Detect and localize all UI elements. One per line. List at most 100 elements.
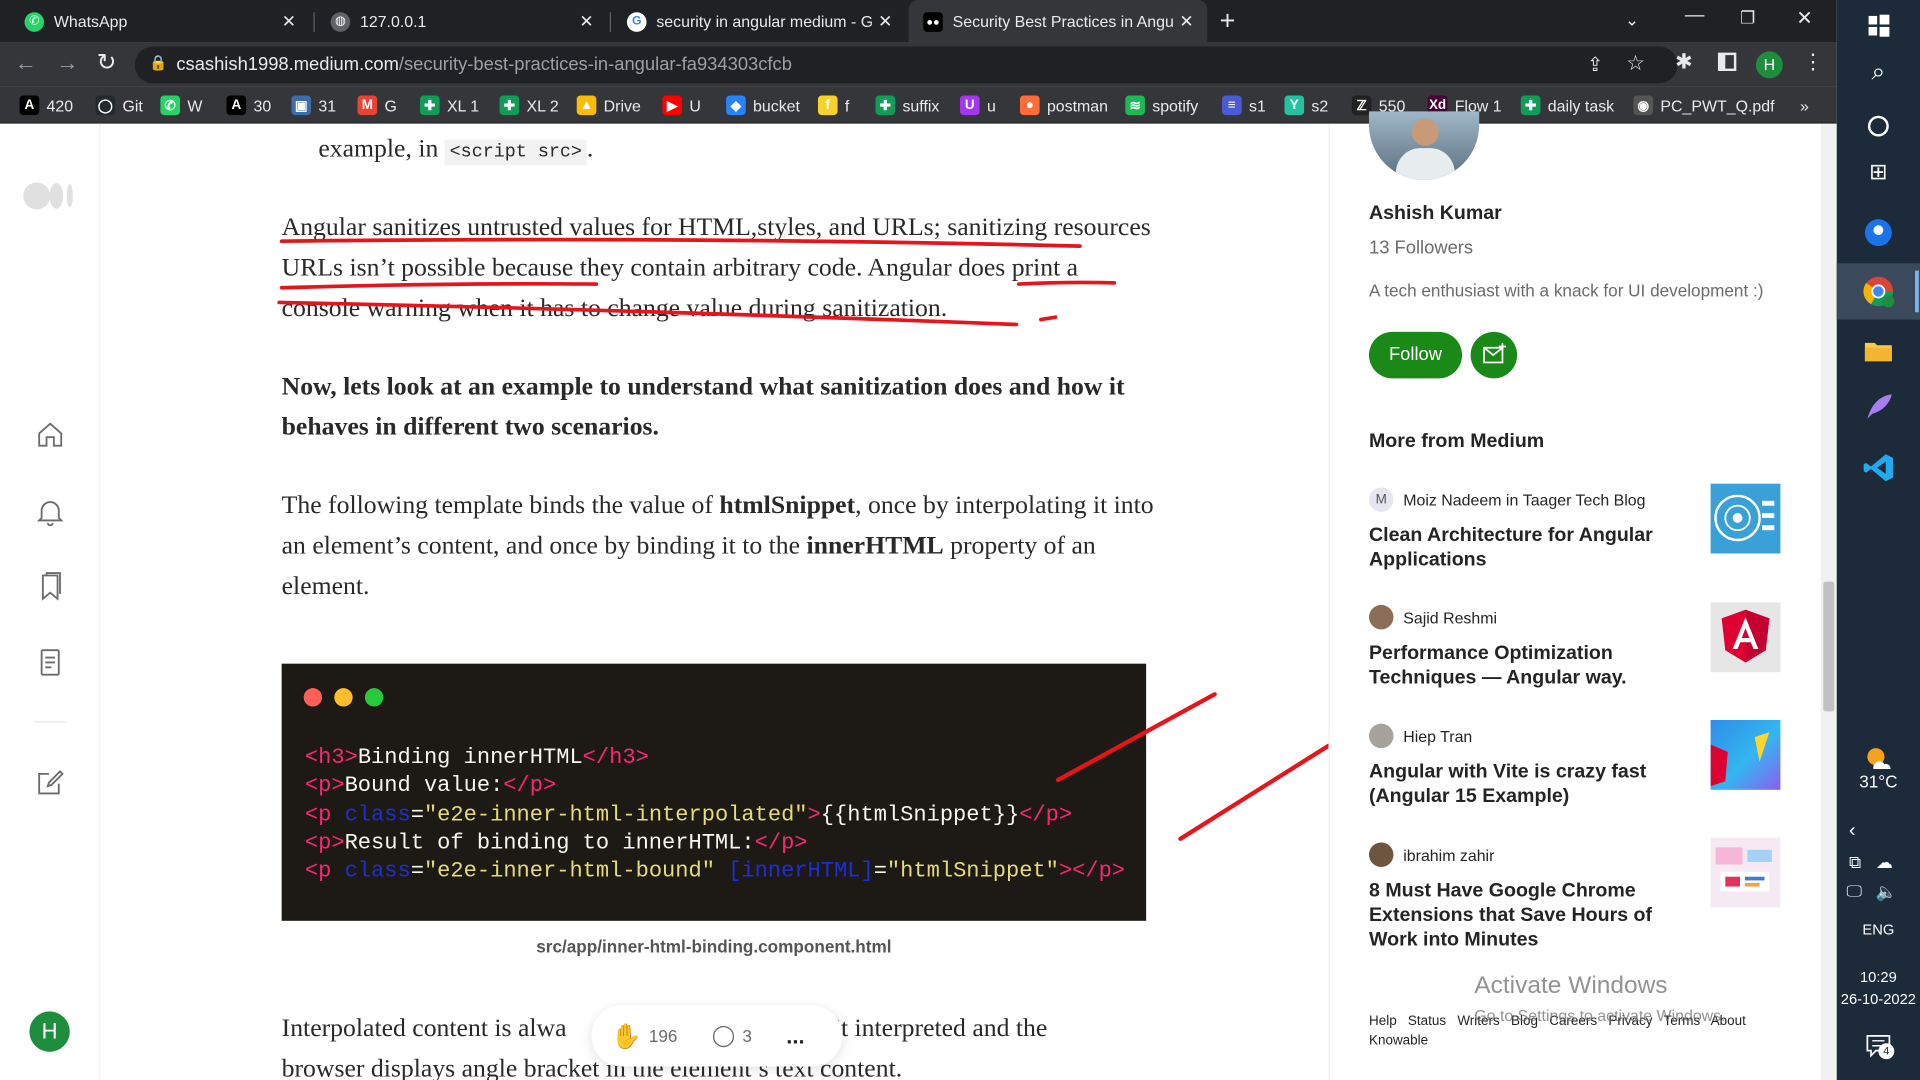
vscode-icon[interactable]	[1861, 451, 1895, 485]
tab-whatsapp[interactable]: ✆ WhatsApp ✕	[10, 0, 310, 43]
floating-action-bar: ✋ 196 ◯ 3 ...	[591, 1005, 843, 1067]
footer-link-knowable[interactable]: Knowable	[1369, 1033, 1428, 1048]
bookmark-xl-1[interactable]: ✚ XL 1	[420, 94, 479, 116]
bookmark-s2[interactable]: Ys2	[1284, 94, 1328, 116]
maps-pin-icon[interactable]	[1861, 216, 1895, 250]
bookmark-420[interactable]: A 420	[19, 94, 73, 116]
bookmark-u[interactable]: Uu	[960, 94, 996, 116]
bookmark-daily-task[interactable]: ✚ daily task	[1520, 94, 1614, 116]
bookmark-bucket[interactable]: ◆ bucket	[726, 94, 800, 116]
footer-link-status[interactable]: Status	[1408, 1014, 1446, 1029]
notifications-bell-icon[interactable]	[34, 496, 66, 528]
language-indicator[interactable]: ENG	[1837, 921, 1920, 938]
story-thumbnail[interactable]	[1710, 837, 1781, 908]
postman-icon: ●	[1020, 95, 1040, 116]
bookmark-u[interactable]: ▶ U	[662, 94, 701, 116]
story-thumbnail[interactable]	[1710, 483, 1781, 554]
close-tab-icon[interactable]: ✕	[872, 11, 899, 32]
user-avatar[interactable]: H	[29, 1011, 70, 1052]
extensions-icon[interactable]: ✱	[1675, 50, 1692, 74]
forward-icon[interactable]: →	[56, 50, 78, 76]
author-avatar[interactable]	[1368, 111, 1480, 181]
close-window-button[interactable]: ✕	[1796, 6, 1812, 30]
bookmark-suffix[interactable]: ✚ suffix	[875, 94, 939, 116]
inline-code: <script src>	[444, 139, 587, 166]
restore-button[interactable]: ❐	[1740, 7, 1755, 28]
bookmark-label: postman	[1046, 96, 1109, 115]
bold-text: htmlSnippet	[719, 489, 856, 520]
bookmarks-overflow-icon[interactable]: »	[1800, 94, 1809, 116]
bookmark-xl-2[interactable]: ✚ XL 2	[499, 94, 559, 116]
code-image[interactable]: <h3>Binding innerHTML</h3> <p>Bound value…	[281, 663, 1147, 921]
bookmark-spotify[interactable]: ≋ spotify	[1125, 94, 1198, 116]
new-tab-button[interactable]: +	[1220, 5, 1236, 37]
site-icon: ≡	[1222, 95, 1242, 116]
close-tab-icon[interactable]: ✕	[276, 11, 303, 32]
star-icon[interactable]: ☆	[1626, 51, 1645, 75]
sidepanel-icon[interactable]	[1717, 52, 1737, 72]
clock-time[interactable]: 10:29	[1837, 969, 1920, 986]
bookmark-30[interactable]: A 30	[226, 94, 271, 116]
code-token: class	[344, 859, 411, 885]
volume-icon[interactable]: 🔈	[1876, 882, 1897, 903]
menu-icon[interactable]: ⋮	[1802, 50, 1823, 74]
more-actions-icon[interactable]: ...	[786, 1023, 804, 1049]
bookmark-label: U	[689, 96, 701, 115]
windows-start-icon[interactable]	[1861, 7, 1895, 41]
bookmark-git[interactable]: ◯ Git	[95, 94, 143, 116]
stories-icon[interactable]	[34, 647, 66, 679]
tab-search-icon[interactable]: ⌄	[1625, 10, 1639, 31]
tab-localhost[interactable]: ◍ 127.0.0.1 ✕	[316, 0, 607, 43]
close-tab-icon[interactable]: ✕	[573, 11, 600, 32]
subscribe-email-button[interactable]	[1470, 331, 1518, 379]
url-bar[interactable]: 🔒 csashish1998.medium.com/security-best-…	[134, 46, 1678, 84]
share-icon[interactable]: ⇪	[1587, 53, 1603, 77]
comment-icon[interactable]: ◯	[712, 1024, 735, 1048]
footer-link-help[interactable]: Help	[1369, 1014, 1397, 1029]
bookmark-postman[interactable]: ● postman	[1020, 94, 1108, 116]
code-token: <p	[304, 859, 345, 885]
story-thumbnail[interactable]	[1710, 720, 1781, 790]
file-explorer-icon[interactable]	[1861, 333, 1895, 367]
feather-app-icon[interactable]	[1861, 389, 1895, 423]
bookmark-f[interactable]: ff	[817, 94, 849, 116]
bookmark-31[interactable]: ▣ 31	[291, 94, 336, 116]
clock-date[interactable]: 26-10-2022	[1837, 991, 1920, 1008]
minimize-button[interactable]: —	[1685, 5, 1705, 27]
write-icon[interactable]	[34, 767, 66, 799]
meet-now-icon[interactable]: ⧉	[1849, 852, 1861, 873]
follower-count[interactable]: 13 Followers	[1369, 238, 1473, 259]
bookmark-g[interactable]: MG	[357, 94, 397, 116]
sheets-icon: ✚	[1520, 95, 1541, 116]
bookmarks-icon[interactable]	[34, 571, 66, 603]
task-view-icon[interactable]: ⊞	[1861, 159, 1895, 193]
reload-icon[interactable]: ↻	[97, 49, 116, 77]
bookmark-w[interactable]: ✆ W	[160, 94, 202, 116]
medium-logo[interactable]	[23, 182, 77, 210]
onedrive-cloud-icon[interactable]: ☁	[1876, 852, 1893, 873]
back-icon[interactable]: ←	[15, 50, 37, 76]
home-icon[interactable]	[34, 419, 66, 451]
chevron-left-icon[interactable]: ‹	[1849, 820, 1856, 842]
cortana-icon[interactable]	[1861, 109, 1895, 143]
scrollbar-thumb[interactable]	[1823, 581, 1835, 712]
clap-icon[interactable]: ✋	[611, 1021, 641, 1052]
bookmark-s1[interactable]: ≡ s1	[1222, 94, 1266, 116]
search-icon[interactable]: ⌕	[1861, 59, 1895, 93]
bookmark-label: XL 2	[526, 96, 559, 115]
profile-avatar[interactable]: H	[1755, 51, 1783, 79]
chrome-taskbar-button[interactable]	[1836, 263, 1920, 320]
bookmark-drive[interactable]: ▲ Drive	[576, 94, 641, 116]
bookmark-pc-pwt-q-pdf[interactable]: ◉ PC_PWT_Q.pdf	[1633, 94, 1775, 116]
browser-toolbar: ← → ↻ 🔒 csashish1998.medium.com/security…	[0, 42, 1837, 87]
page-scrollbar[interactable]	[1820, 123, 1837, 1080]
author-name[interactable]: Ashish Kumar	[1369, 203, 1502, 225]
tab-medium-article[interactable]: ●● Security Best Practices in Angular ✕	[908, 0, 1208, 43]
tab-google-search[interactable]: G security in angular medium - Goo ✕	[612, 0, 906, 43]
notification-center-icon[interactable]: 4	[1864, 1031, 1895, 1060]
story-thumbnail[interactable]	[1710, 602, 1781, 673]
follow-button[interactable]: Follow	[1368, 331, 1463, 379]
window-dot-red	[303, 688, 323, 707]
network-icon[interactable]: 🖵	[1847, 882, 1862, 902]
close-tab-icon[interactable]: ✕	[1173, 11, 1200, 32]
